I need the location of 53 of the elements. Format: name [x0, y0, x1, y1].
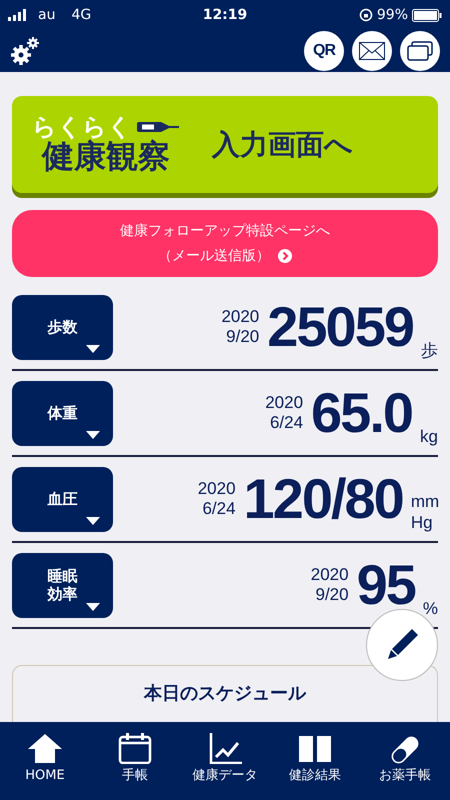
thermometer-icon [136, 120, 180, 133]
date-year: 2020 [221, 306, 260, 327]
mail-icon [359, 42, 385, 60]
metric-dropdown-button[interactable]: 血圧 [12, 466, 113, 532]
date-day: 6/24 [198, 499, 236, 520]
metric-dropdown-button[interactable]: 睡眠効率 [12, 552, 113, 618]
nav-tab[interactable]: HOME [0, 722, 90, 800]
metric-value: 95 [356, 557, 415, 613]
health-observation-banner[interactable]: らくらく 健康観察 入力画面へ [12, 96, 438, 193]
date-day: 9/20 [310, 585, 349, 606]
metric-unit: kg [420, 426, 438, 447]
banner-action-text: 入力画面へ [212, 126, 353, 162]
date-day: 6/24 [265, 413, 304, 434]
home-icon [26, 732, 64, 764]
date-year: 2020 [310, 564, 349, 585]
nav-tab[interactable]: 健診結果 [270, 722, 360, 800]
metric-dropdown-button[interactable]: 歩数 [12, 294, 113, 360]
mail-button[interactable] [352, 31, 392, 71]
metric-unit: 歩 [421, 340, 438, 361]
windows-icon [407, 41, 433, 61]
rotation-lock-icon [358, 8, 373, 22]
nav-tab[interactable]: 健康データ [180, 722, 270, 800]
metric-unit: mm Hg [410, 492, 438, 533]
followup-title: 健康フォローアップ特設ページへ [119, 222, 331, 241]
network-label: 4G [71, 6, 92, 24]
followup-page-button[interactable]: 健康フォローアップ特設ページへ （メール送信版） [12, 210, 438, 277]
schedule-title: 本日のスケジュール [142, 682, 308, 706]
nav-tab[interactable]: お薬手帳 [360, 722, 450, 800]
nav-tab[interactable]: 手帳 [90, 722, 180, 800]
date-year: 2020 [198, 478, 236, 499]
metric-value: 120/80 [244, 471, 403, 527]
battery-icon [412, 8, 442, 22]
followup-subtitle: （メール送信版） [158, 246, 270, 266]
caret-icon [86, 516, 100, 524]
metric-unit: % [422, 598, 438, 619]
windows-button[interactable] [400, 31, 440, 71]
caret-icon [86, 344, 100, 352]
metric-value: 25059 [267, 299, 413, 355]
battery-percent: 99% [376, 6, 408, 24]
logo-text: らくらく [32, 114, 132, 139]
clock-time: 12:19 [202, 6, 248, 24]
caret-icon [86, 602, 100, 610]
logo-title: 健康観察 [41, 138, 171, 174]
date-day: 9/20 [221, 327, 260, 348]
chevron-right-icon [278, 248, 292, 263]
calendar-icon [116, 732, 154, 764]
metric-dropdown-button[interactable]: 体重 [12, 380, 113, 446]
date-year: 2020 [265, 392, 304, 413]
metric-value: 65.0 [311, 385, 412, 441]
carrier-label: au [38, 6, 56, 24]
settings-icon[interactable] [10, 36, 40, 66]
qr-button[interactable]: QR [304, 31, 344, 71]
caret-icon [86, 430, 100, 438]
